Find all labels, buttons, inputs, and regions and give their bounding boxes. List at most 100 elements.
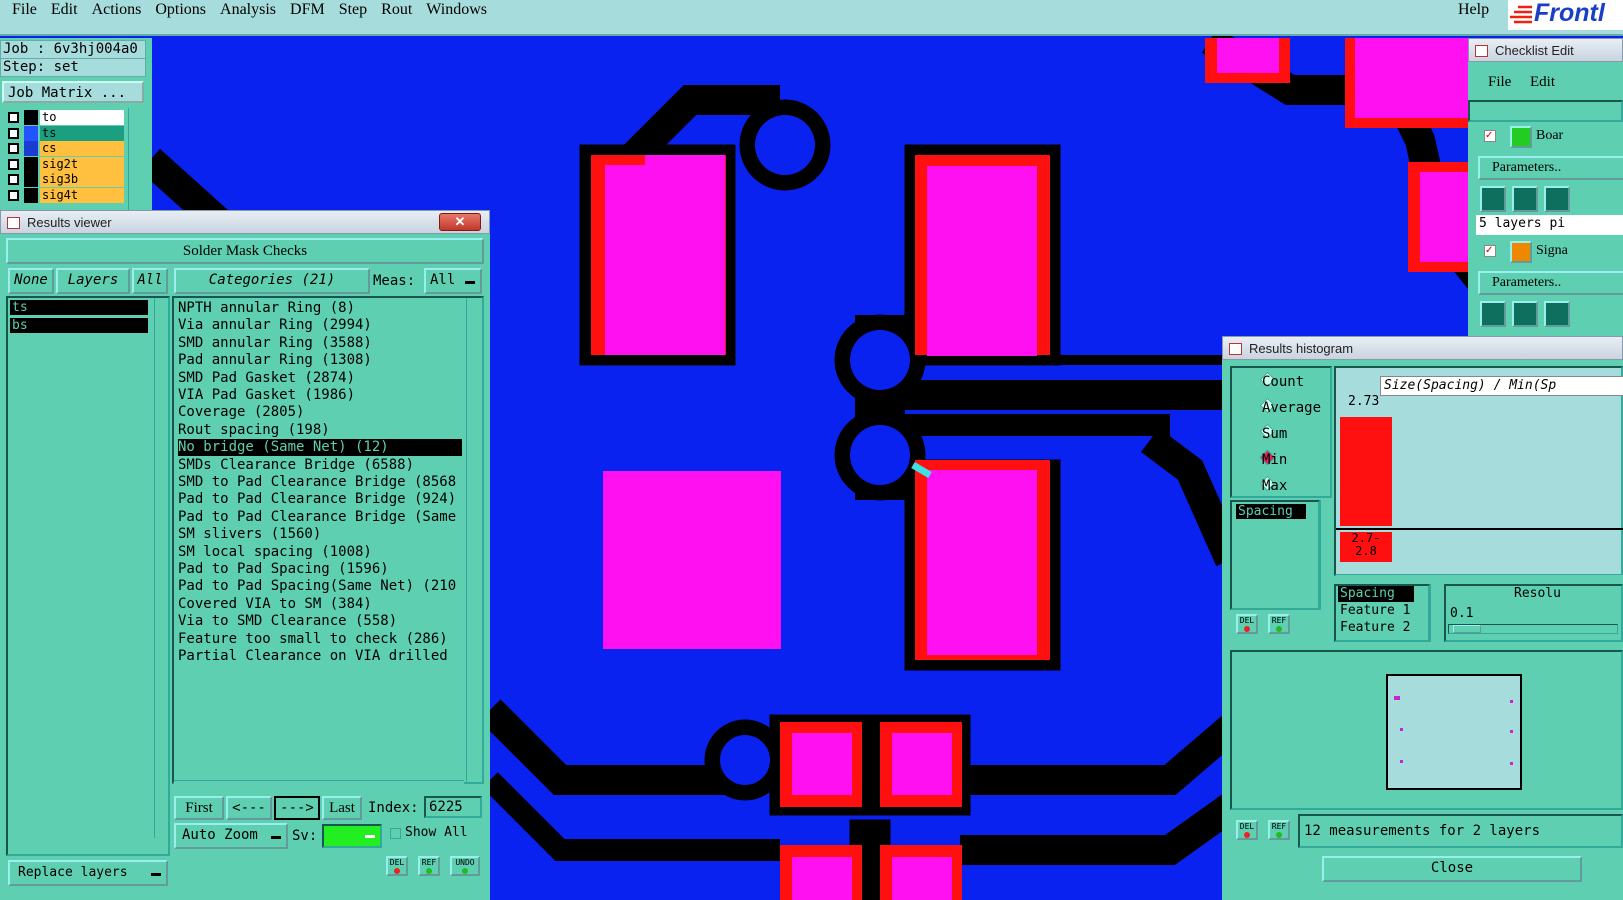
- measure-list-scrollbar[interactable]: [1320, 500, 1332, 610]
- preview-ref-button[interactable]: REF: [1268, 820, 1290, 840]
- menu-options[interactable]: Options: [155, 0, 206, 19]
- parameters-button-1[interactable]: Parameters..: [1478, 156, 1623, 180]
- layer-row-sig2t[interactable]: sig2t: [4, 156, 124, 172]
- run-icon[interactable]: [1480, 186, 1506, 212]
- measure-list[interactable]: Spacing: [1230, 500, 1320, 610]
- layer-row-sig4t[interactable]: sig4t: [4, 187, 124, 203]
- layer-checkbox[interactable]: [8, 158, 19, 170]
- results-viewer-titlebar[interactable]: Results viewer ✕: [0, 210, 490, 234]
- category-item[interactable]: SMDs Clearance Bridge (6588): [178, 457, 462, 474]
- sv-color-select[interactable]: [322, 824, 382, 848]
- layer-checkbox[interactable]: [8, 143, 19, 154]
- ref-button[interactable]: REF: [418, 856, 440, 876]
- category-item[interactable]: Coverage (2805): [178, 404, 462, 421]
- all-layers-button[interactable]: All: [132, 268, 168, 294]
- category-item[interactable]: No bridge (Same Net) (12): [178, 439, 462, 457]
- category-item[interactable]: NPTH annular Ring (8): [178, 300, 462, 317]
- layer-checkbox[interactable]: [8, 189, 19, 201]
- meas-select[interactable]: All: [424, 268, 482, 294]
- category-item[interactable]: VIA Pad Gasket (1986): [178, 387, 462, 404]
- category-item[interactable]: SMD Pad Gasket (2874): [178, 370, 462, 387]
- first-button[interactable]: First: [174, 796, 224, 820]
- checklist-item-signal[interactable]: Signa: [1536, 243, 1568, 259]
- category-item[interactable]: Partial Clearance on VIA drilled: [178, 648, 462, 665]
- menu-dfm[interactable]: DFM: [290, 0, 325, 19]
- menu-step[interactable]: Step: [339, 0, 367, 19]
- prev-button[interactable]: <---: [226, 796, 272, 820]
- parameters-button-2[interactable]: Parameters..: [1478, 271, 1623, 295]
- layer-item-ts[interactable]: ts: [10, 300, 148, 315]
- category-item[interactable]: Feature too small to check (286): [178, 631, 462, 648]
- auto-zoom-select[interactable]: Auto Zoom: [174, 823, 288, 849]
- slider-handle[interactable]: [1453, 625, 1481, 633]
- show-all-checkbox[interactable]: [390, 828, 401, 839]
- category-item[interactable]: Pad to Pad Spacing (1596): [178, 561, 462, 578]
- category-item[interactable]: Pad annular Ring (1308): [178, 352, 462, 369]
- run-icon[interactable]: [1512, 301, 1538, 327]
- categories-hscrollbar[interactable]: [174, 780, 464, 792]
- categories-list[interactable]: NPTH annular Ring (8) Via annular Ring (2…: [172, 296, 484, 784]
- run-icon[interactable]: [1544, 186, 1570, 212]
- category-item[interactable]: Pad to Pad Clearance Bridge (924): [178, 491, 462, 508]
- job-matrix-button[interactable]: Job Matrix ...: [2, 81, 144, 103]
- checklist-menu-edit[interactable]: Edit: [1530, 74, 1555, 91]
- layer-checkbox[interactable]: [8, 127, 19, 139]
- menu-rout[interactable]: Rout: [381, 0, 412, 19]
- menu-edit[interactable]: Edit: [51, 0, 78, 19]
- board-icon[interactable]: [1510, 126, 1532, 148]
- index-input[interactable]: 6225: [424, 796, 482, 818]
- replace-layers-select[interactable]: Replace layers: [8, 860, 168, 886]
- del-button[interactable]: DEL: [386, 856, 408, 876]
- checklist-menu-file[interactable]: File: [1488, 74, 1511, 91]
- category-item[interactable]: SMD to Pad Clearance Bridge (8568: [178, 474, 462, 491]
- layer-list-scrollbar[interactable]: [128, 108, 148, 218]
- histogram-titlebar[interactable]: Results histogram: [1222, 336, 1623, 360]
- layer-checkbox[interactable]: [8, 112, 19, 123]
- menu-actions[interactable]: Actions: [92, 0, 142, 19]
- category-item[interactable]: SM slivers (1560): [178, 526, 462, 543]
- measure-item-spacing[interactable]: Spacing: [1236, 504, 1306, 519]
- layer-item-bs[interactable]: bs: [10, 318, 148, 333]
- layer-row-ts[interactable]: ts: [4, 125, 124, 141]
- hist-ref-button[interactable]: REF: [1268, 614, 1290, 634]
- menu-windows[interactable]: Windows: [426, 0, 487, 19]
- category-item[interactable]: Covered VIA to SM (384): [178, 596, 462, 613]
- category-item[interactable]: Via annular Ring (2994): [178, 317, 462, 334]
- layer-checkbox[interactable]: [8, 174, 19, 185]
- checklist-titlebar[interactable]: Checklist Edit: [1468, 38, 1623, 62]
- field-list[interactable]: Spacing Feature 1 Feature 2: [1334, 584, 1430, 642]
- categories-button[interactable]: Categories (21): [174, 268, 370, 294]
- category-item[interactable]: Rout spacing (198): [178, 422, 462, 439]
- close-button[interactable]: Close: [1322, 856, 1582, 882]
- preview-del-button[interactable]: DEL: [1236, 820, 1258, 840]
- preview-board[interactable]: [1386, 674, 1522, 790]
- none-button[interactable]: None: [8, 268, 54, 294]
- categories-scrollbar[interactable]: [466, 298, 482, 782]
- layers-button[interactable]: Layers: [56, 268, 130, 294]
- last-button[interactable]: Last: [322, 796, 362, 820]
- field-feature-1[interactable]: Feature 1: [1338, 603, 1410, 618]
- layers-scrollbar[interactable]: [154, 298, 168, 838]
- histogram-bar[interactable]: [1340, 417, 1392, 526]
- next-button[interactable]: --->: [274, 796, 320, 820]
- run-icon[interactable]: [1480, 301, 1506, 327]
- field-list-scrollbar[interactable]: [1430, 584, 1442, 642]
- layer-row-to[interactable]: to: [4, 110, 124, 125]
- chart-hscrollbar[interactable]: [1336, 574, 1623, 584]
- menu-file[interactable]: File: [12, 0, 37, 19]
- hist-del-button[interactable]: DEL: [1236, 614, 1258, 634]
- menu-analysis[interactable]: Analysis: [220, 0, 276, 19]
- layers-list[interactable]: ts bs: [6, 296, 170, 856]
- layer-row-sig3b[interactable]: sig3b: [4, 172, 124, 187]
- category-item[interactable]: SM local spacing (1008): [178, 544, 462, 561]
- field-spacing[interactable]: Spacing: [1338, 586, 1414, 602]
- field-feature-2[interactable]: Feature 2: [1338, 620, 1410, 635]
- category-item[interactable]: SMD annular Ring (3588): [178, 335, 462, 352]
- category-item[interactable]: Via to SMD Clearance (558): [178, 613, 462, 630]
- run-icon[interactable]: [1544, 301, 1570, 327]
- layer-row-cs[interactable]: cs: [4, 141, 124, 156]
- checklist-item-board[interactable]: Boar: [1536, 128, 1563, 144]
- run-icon[interactable]: [1512, 186, 1538, 212]
- signal-icon[interactable]: [1510, 241, 1532, 263]
- resolution-slider[interactable]: [1448, 624, 1618, 634]
